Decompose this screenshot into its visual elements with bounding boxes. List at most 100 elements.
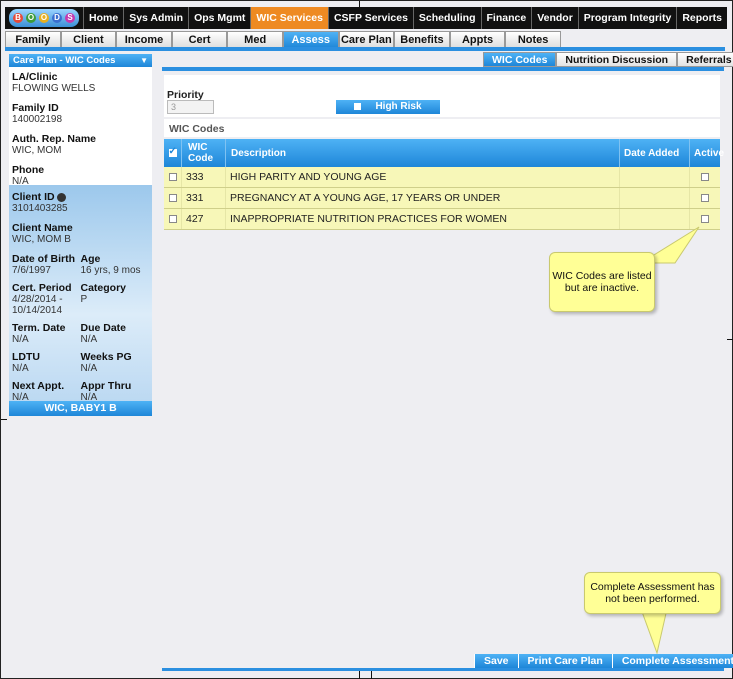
tab-family[interactable]: Family	[5, 31, 61, 48]
care-plan-subtabs: WIC Codes Nutrition Discussion Referrals	[483, 52, 733, 67]
assessment-callout: Complete Assessment has not been perform…	[584, 572, 721, 614]
next-appt-label: Next Appt.	[12, 380, 65, 392]
weeks-pg-label: Weeks PG	[80, 351, 132, 363]
col-active-header[interactable]: Active	[690, 139, 724, 167]
wic-codes-header: WIC Code Description Date Added Active	[164, 139, 724, 167]
nav-sys-admin[interactable]: Sys Admin	[123, 7, 188, 29]
top-menu: Home Sys Admin Ops Mgmt WIC Services CSF…	[83, 7, 727, 29]
row-active-checkbox[interactable]	[701, 194, 709, 202]
complete-assessment-button[interactable]: Complete Assessment	[611, 654, 733, 668]
action-bar: Save Print Care Plan Complete Assessment	[474, 654, 733, 668]
globe-icon[interactable]	[56, 192, 66, 202]
nav-reports[interactable]: Reports	[676, 7, 727, 29]
nav-ops-mgmt[interactable]: Ops Mgmt	[188, 7, 250, 29]
row-select-checkbox[interactable]	[168, 194, 177, 202]
row-code: 333	[182, 167, 226, 187]
nav-finance[interactable]: Finance	[480, 7, 532, 29]
weeks-pg-value: N/A	[80, 363, 98, 374]
logo-letter: O	[39, 13, 49, 23]
logo-letter: D	[52, 13, 62, 23]
wic-codes-title: WIC Codes	[164, 119, 720, 137]
row-description: HIGH PARITY AND YOUNG AGE	[226, 167, 620, 187]
age-label: Age	[80, 253, 101, 265]
nav-home[interactable]: Home	[83, 7, 123, 29]
la-clinic-value: FLOWING WELLS	[12, 83, 96, 94]
client-id-label: Client ID	[12, 191, 55, 203]
tab-cert[interactable]: Cert	[171, 31, 228, 48]
client-summary-panel: Care Plan - WIC Codes ▼ LA/Clinic FLOWING…	[9, 54, 152, 416]
callout-assessment-line2: not been performed.	[605, 593, 700, 605]
select-all-checkbox[interactable]	[168, 146, 177, 157]
tab-assess[interactable]: Assess	[282, 31, 339, 48]
phone-label: Phone	[12, 164, 45, 176]
ldtu-label: LDTU	[12, 351, 40, 363]
subtab-nutrition-discussion[interactable]: Nutrition Discussion	[556, 52, 678, 67]
tab-care-plan[interactable]: Care Plan	[338, 31, 395, 48]
term-date-label: Term. Date	[12, 322, 66, 334]
nav-vendor[interactable]: Vendor	[531, 7, 578, 29]
app-window: B O O D S Home Sys Admin Ops Mgmt WIC Se…	[0, 0, 733, 679]
priority-section: Priority 3 High Risk	[164, 75, 720, 117]
nav-scheduling[interactable]: Scheduling	[412, 7, 481, 29]
tab-med[interactable]: Med	[227, 31, 283, 48]
row-select-checkbox[interactable]	[168, 173, 177, 181]
client-name-value: WIC, MOM B	[12, 234, 71, 245]
subtab-wic-codes[interactable]: WIC Codes	[483, 52, 557, 67]
dob-value: 7/6/1997	[12, 265, 51, 276]
row-code: 427	[182, 209, 226, 229]
family-id-value: 140002198	[12, 114, 63, 125]
callout-inactive-line1: WIC Codes are listed	[552, 270, 652, 282]
due-date-value: N/A	[80, 334, 98, 345]
cert-period-start: 4/28/2014 -	[12, 294, 63, 305]
col-description-header[interactable]: Description	[226, 139, 620, 167]
client-name-label: Client Name	[12, 222, 73, 234]
nav-csfp-services[interactable]: CSFP Services	[327, 7, 413, 29]
row-active-checkbox[interactable]	[701, 173, 709, 181]
col-code-header-line2: Code	[188, 153, 213, 164]
callout-pointer	[640, 608, 668, 655]
auth-rep-value: WIC, MOM	[12, 145, 62, 156]
row-active-checkbox[interactable]	[701, 215, 709, 223]
logo-letter: O	[26, 13, 36, 23]
family-member-button[interactable]: WIC, BABY1 B	[9, 401, 152, 416]
auth-rep-label: Auth. Rep. Name	[12, 133, 97, 145]
tab-notes[interactable]: Notes	[505, 31, 561, 48]
row-description: PREGNANCY AT A YOUNG AGE, 17 YEARS OR UN…	[226, 188, 620, 208]
tab-client[interactable]: Client	[60, 31, 117, 48]
tab-appts[interactable]: Appts	[449, 31, 506, 48]
print-care-plan-button[interactable]: Print Care Plan	[517, 654, 612, 668]
row-select-checkbox[interactable]	[168, 215, 177, 223]
tab-income[interactable]: Income	[116, 31, 172, 48]
table-row[interactable]: 333 HIGH PARITY AND YOUNG AGE	[164, 167, 720, 188]
high-risk-button[interactable]: High Risk	[336, 100, 440, 114]
cert-period-label: Cert. Period	[12, 282, 72, 294]
high-risk-checkbox-icon	[354, 102, 362, 110]
col-code-header-line1: WIC	[188, 142, 208, 153]
term-date-value: N/A	[12, 334, 29, 345]
panel-header[interactable]: Care Plan - WIC Codes ▼	[9, 54, 152, 67]
save-button[interactable]: Save	[474, 654, 518, 668]
panel-header-label: Care Plan - WIC Codes	[13, 55, 116, 66]
row-date-added	[620, 188, 690, 208]
boods-logo[interactable]: B O O D S	[9, 9, 80, 27]
client-info: Client ID 3101403285 Client Name WIC, MOM …	[9, 185, 152, 403]
nav-wic-services[interactable]: WIC Services	[250, 7, 328, 29]
nav-program-integrity[interactable]: Program Integrity	[577, 7, 677, 29]
top-nav-bar: B O O D S Home Sys Admin Ops Mgmt WIC Se…	[5, 7, 727, 29]
logo-letter: S	[65, 13, 75, 23]
tab-benefits[interactable]: Benefits	[394, 31, 450, 48]
tab-underline	[5, 47, 725, 51]
la-clinic-label: LA/Clinic	[12, 71, 58, 83]
table-row[interactable]: 331 PREGNANCY AT A YOUNG AGE, 17 YEARS O…	[164, 188, 720, 209]
due-date-label: Due Date	[80, 322, 127, 334]
chevron-down-icon[interactable]: ▼	[140, 54, 148, 67]
priority-input[interactable]: 3	[167, 100, 214, 114]
subtab-referrals[interactable]: Referrals	[677, 52, 733, 67]
footer-line	[162, 668, 724, 671]
crop-mark	[1, 419, 7, 420]
category-label: Category	[80, 282, 127, 294]
row-code: 331	[182, 188, 226, 208]
high-risk-label: High Risk	[375, 101, 422, 112]
crop-mark	[359, 1, 360, 7]
col-date-added-header[interactable]: Date Added	[620, 139, 690, 167]
